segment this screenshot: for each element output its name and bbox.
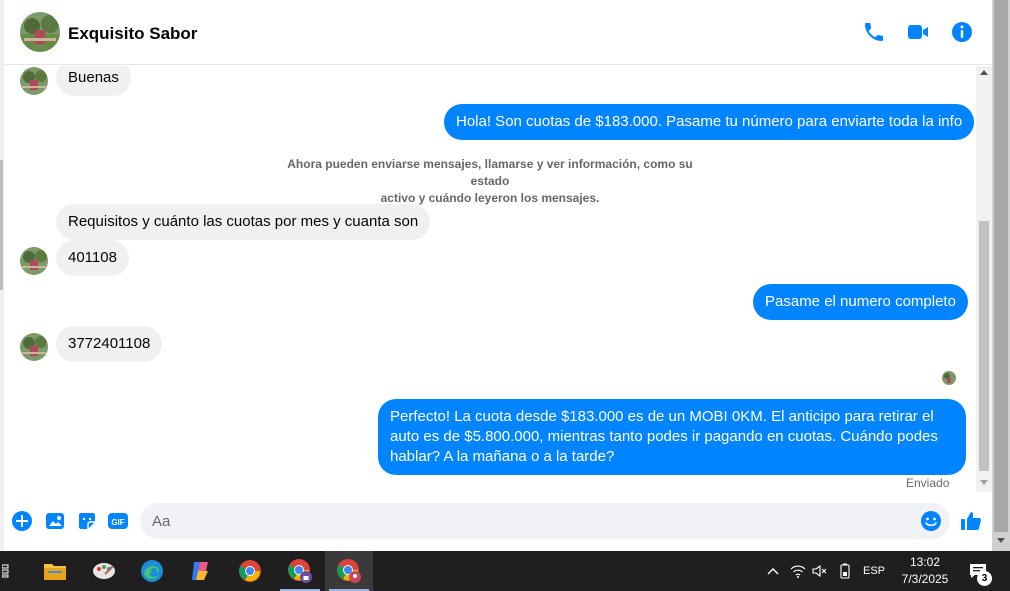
contact-avatar-small — [20, 67, 48, 95]
contact-name[interactable]: Exquisito Sabor — [68, 24, 197, 44]
chrome-profile-icon[interactable] — [325, 551, 373, 591]
chrome-icon[interactable] — [226, 551, 274, 591]
svg-text:GIF: GIF — [111, 518, 124, 527]
page-scroll-thumb[interactable] — [994, 0, 1008, 532]
info-icon[interactable] — [950, 20, 974, 44]
task-view-icon[interactable] — [0, 551, 14, 591]
outgoing-message[interactable]: Hola! Son cuotas de $183.000. Pasame tu … — [444, 104, 975, 140]
sent-status: Enviado — [906, 476, 950, 490]
page-scrollbar[interactable] — [992, 0, 1010, 551]
paint-icon[interactable] — [80, 551, 128, 591]
clock-time: 13:02 — [909, 555, 941, 569]
system-notice: Ahora pueden enviarse mensajes, llamarse… — [274, 156, 706, 207]
chevron-up-icon[interactable] — [762, 551, 784, 591]
system-notice-line: Ahora pueden enviarse mensajes, llamarse… — [287, 157, 693, 188]
chat-header: Exquisito Sabor — [4, 0, 992, 65]
page-scroll-down-arrow-icon[interactable] — [997, 538, 1005, 543]
scroll-down-arrow-icon[interactable] — [980, 480, 988, 485]
phone-icon[interactable] — [862, 20, 886, 44]
message-scrollbar[interactable] — [976, 66, 992, 492]
speaker-muted-icon[interactable] — [809, 551, 831, 591]
chrome-profile-icon[interactable] — [276, 551, 324, 591]
battery-icon[interactable] — [834, 551, 856, 591]
incoming-message[interactable]: Buenas — [56, 66, 131, 96]
sticker-icon[interactable] — [76, 510, 98, 532]
message-list[interactable]: Buenas Hola! Son cuotas de $183.000. Pas… — [4, 66, 976, 496]
contact-avatar[interactable] — [20, 12, 60, 52]
thumbs-up-icon[interactable] — [959, 509, 981, 531]
emoji-icon[interactable] — [920, 510, 942, 532]
avatar-image — [20, 12, 60, 52]
edge-icon[interactable] — [128, 551, 176, 591]
language-indicator[interactable]: ESP — [860, 551, 888, 591]
incoming-message[interactable]: Requisitos y cuánto las cuotas por mes y… — [56, 204, 431, 240]
incoming-message[interactable]: 3772401108 — [56, 326, 163, 362]
wifi-icon[interactable] — [787, 551, 809, 591]
gif-icon[interactable]: GIF — [107, 510, 129, 532]
composer: GIF — [4, 496, 992, 551]
clock[interactable]: 13:02 7/3/2025 — [890, 554, 960, 588]
left-edge-scroll-thumb[interactable] — [0, 160, 3, 290]
scroll-up-arrow-icon[interactable] — [980, 70, 988, 75]
taskbar: ESP 13:02 7/3/2025 3 — [0, 551, 1010, 591]
outgoing-message[interactable]: Pasame el numero completo — [753, 284, 968, 320]
copilot-icon[interactable] — [177, 551, 225, 591]
video-camera-icon[interactable] — [906, 20, 930, 44]
scroll-thumb[interactable] — [979, 221, 989, 471]
clock-date: 7/3/2025 — [901, 572, 949, 586]
outgoing-message[interactable]: Perfecto! La cuota desde $183.000 es de … — [378, 399, 966, 475]
app-root: Exquisito Sabor Buenas Hola! Son cuotas … — [0, 0, 1010, 591]
file-explorer-icon[interactable] — [31, 551, 79, 591]
notification-count-badge: 3 — [977, 571, 992, 586]
chat-window: Exquisito Sabor Buenas Hola! Son cuotas … — [4, 0, 992, 551]
contact-avatar-small — [20, 333, 48, 361]
read-receipt-avatar — [942, 371, 956, 385]
contact-avatar-small — [20, 247, 48, 275]
photo-gallery-icon[interactable] — [44, 510, 66, 532]
message-input[interactable] — [140, 503, 950, 539]
incoming-message[interactable]: 401108 — [56, 240, 129, 276]
plus-icon[interactable] — [11, 510, 33, 532]
